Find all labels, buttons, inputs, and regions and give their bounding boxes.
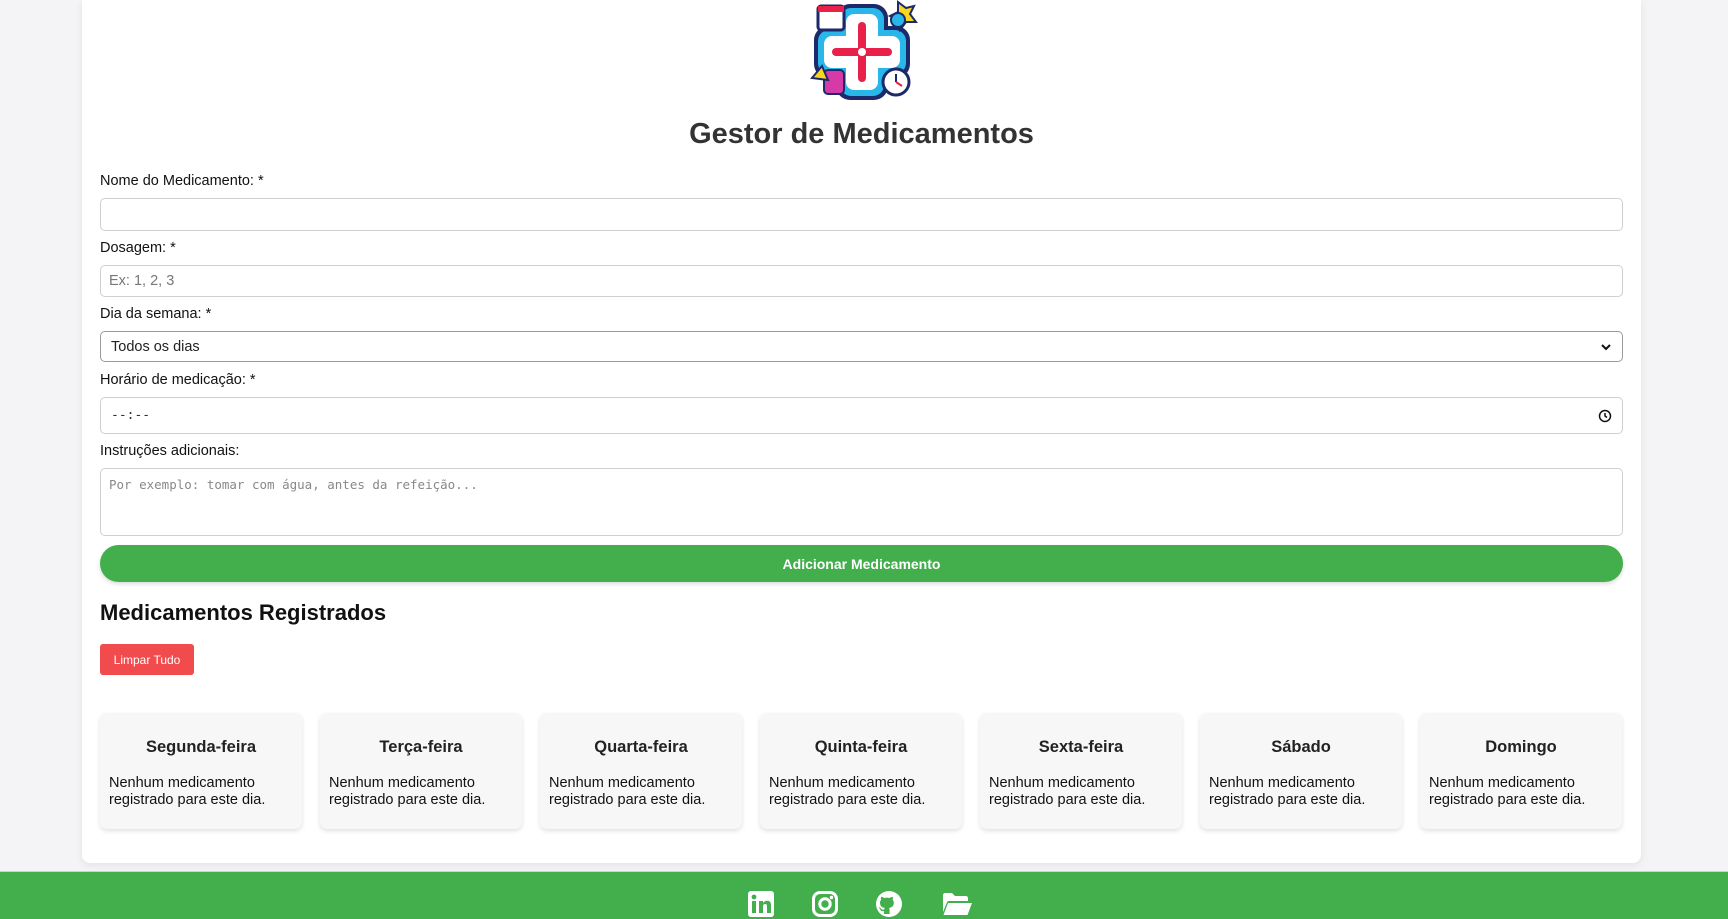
- day-name: Domingo: [1485, 738, 1557, 756]
- day-card-monday: Segunda-feira Nenhum medicamento registr…: [100, 713, 302, 829]
- day-name: Terça-feira: [379, 738, 463, 756]
- weekday-label: Dia da semana: *: [100, 306, 212, 322]
- main-card: Gestor de Medicamentos Nome do Medicamen…: [82, 0, 1641, 863]
- weekday-selected-value: Todos os dias: [111, 338, 200, 355]
- instructions-label: Instruções adicionais:: [100, 443, 240, 459]
- day-card-wednesday: Quarta-feira Nenhum medicamento registra…: [540, 713, 742, 829]
- linkedin-icon[interactable]: [747, 890, 775, 918]
- day-empty-message: Nenhum medicamento registrado para este …: [109, 775, 266, 808]
- instagram-icon[interactable]: [811, 890, 839, 918]
- time-label: Horário de medicação: *: [100, 372, 256, 388]
- add-medication-button[interactable]: Adicionar Medicamento: [100, 545, 1623, 582]
- weekday-select[interactable]: Todos os dias: [100, 331, 1623, 362]
- folder-icon[interactable]: [941, 890, 973, 918]
- day-name: Sábado: [1271, 738, 1331, 756]
- dosage-input[interactable]: Ex: 1, 2, 3: [100, 265, 1623, 297]
- day-empty-message: Nenhum medicamento registrado para este …: [989, 775, 1146, 808]
- instructions-placeholder: Por exemplo: tomar com água, antes da re…: [109, 477, 478, 492]
- chevron-down-icon: [1601, 343, 1611, 350]
- day-card-thursday: Quinta-feira Nenhum medicamento registra…: [760, 713, 962, 829]
- dosage-label: Dosagem: *: [100, 240, 176, 256]
- day-empty-message: Nenhum medicamento registrado para este …: [329, 775, 486, 808]
- page-title: Gestor de Medicamentos: [689, 118, 1034, 150]
- footer: [0, 871, 1728, 919]
- day-card-tuesday: Terça-feira Nenhum medicamento registrad…: [320, 713, 522, 829]
- day-name: Quarta-feira: [594, 738, 688, 756]
- day-name: Quinta-feira: [814, 738, 908, 756]
- time-value: --:--: [111, 408, 151, 423]
- day-empty-message: Nenhum medicamento registrado para este …: [1429, 775, 1586, 808]
- clock-icon[interactable]: [1598, 409, 1612, 423]
- time-input[interactable]: --:--: [100, 397, 1623, 434]
- medication-name-label: Nome do Medicamento: *: [100, 173, 264, 189]
- medical-cross-logo: [810, 0, 918, 100]
- day-card-friday: Sexta-feira Nenhum medicamento registrad…: [980, 713, 1182, 829]
- instructions-textarea[interactable]: Por exemplo: tomar com água, antes da re…: [100, 468, 1623, 536]
- registered-section-title: Medicamentos Registrados: [100, 600, 387, 625]
- dosage-placeholder: Ex: 1, 2, 3: [109, 273, 175, 289]
- clear-all-button[interactable]: Limpar Tudo: [100, 644, 194, 675]
- day-empty-message: Nenhum medicamento registrado para este …: [549, 775, 706, 808]
- day-empty-message: Nenhum medicamento registrado para este …: [1209, 775, 1366, 808]
- day-card-sunday: Domingo Nenhum medicamento registrado pa…: [1420, 713, 1622, 829]
- day-name: Sexta-feira: [1038, 738, 1124, 756]
- day-card-saturday: Sábado Nenhum medicamento registrado par…: [1200, 713, 1402, 829]
- medication-name-input[interactable]: [100, 198, 1623, 231]
- day-empty-message: Nenhum medicamento registrado para este …: [769, 775, 926, 808]
- day-name: Segunda-feira: [145, 738, 257, 756]
- github-icon[interactable]: [875, 890, 903, 918]
